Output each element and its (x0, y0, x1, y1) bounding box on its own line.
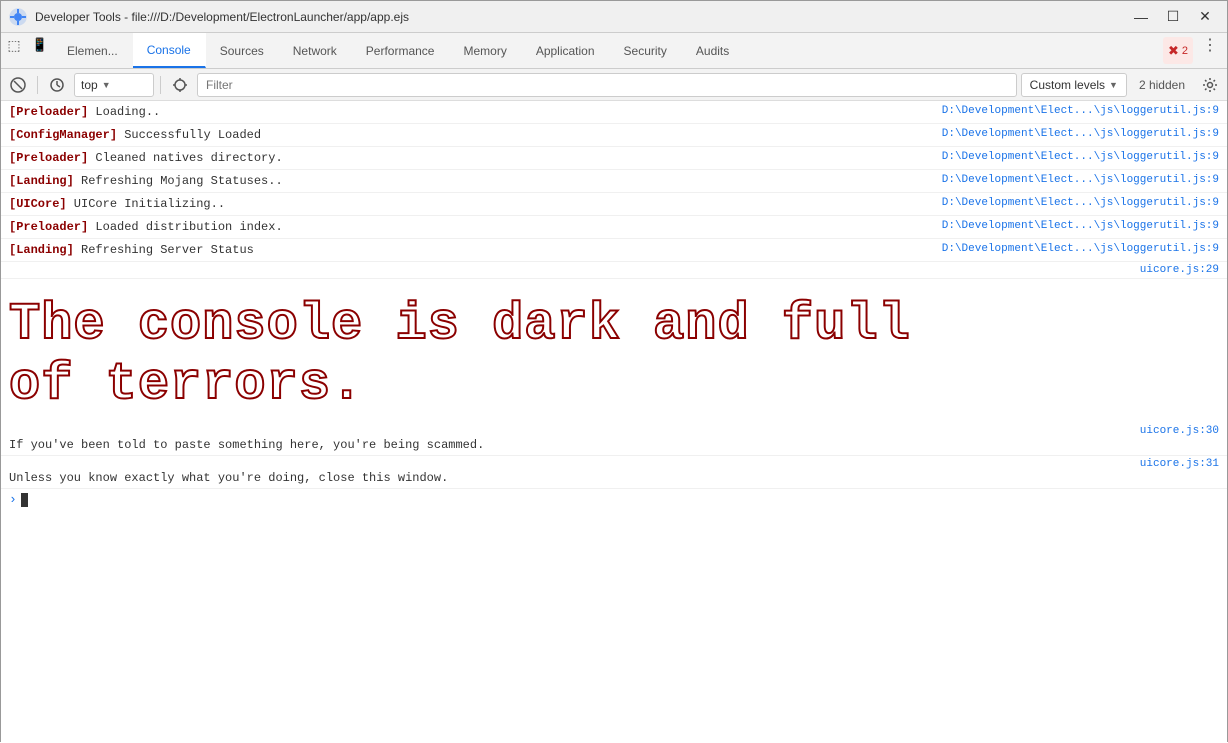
log-tag: [Preloader] (9, 220, 88, 234)
error-badge[interactable]: ✖ 2 (1163, 37, 1193, 64)
tab-audits[interactable]: Audits (682, 33, 744, 68)
table-row: [Landing] Refreshing Server Status D:\De… (1, 239, 1227, 262)
table-row: [ConfigManager] Successfully Loaded D:\D… (1, 124, 1227, 147)
log-tag: [Preloader] (9, 105, 88, 119)
log-source-5[interactable]: D:\Development\Elect...\js\loggerutil.js… (942, 195, 1219, 209)
table-row: [Preloader] Cleaned natives directory. D… (1, 147, 1227, 170)
console-warning-block: The console is dark and full of terrors. (1, 279, 1227, 423)
log-source-6[interactable]: D:\Development\Elect...\js\loggerutil.js… (942, 218, 1219, 232)
uicore-source-31[interactable]: uicore.js:31 (1140, 456, 1219, 470)
device-emulation-icon[interactable]: 📱 (27, 33, 53, 57)
toolbar-separator-1 (37, 76, 38, 94)
tab-security[interactable]: Security (610, 33, 682, 68)
titlebar-title: Developer Tools - file:///D:/Development… (35, 10, 1127, 24)
tab-console[interactable]: Console (133, 33, 206, 68)
error-x-icon: ✖ (1168, 43, 1179, 59)
clear-console-button[interactable] (5, 73, 31, 97)
console-settings-button[interactable] (1197, 73, 1223, 97)
tab-network[interactable]: Network (279, 33, 352, 68)
table-row: [Landing] Refreshing Mojang Statuses.. D… (1, 170, 1227, 193)
console-output: [Preloader] Loading.. D:\Development\Ele… (1, 101, 1227, 743)
log-message-2: [ConfigManager] Successfully Loaded (9, 126, 934, 144)
minimize-button[interactable]: — (1127, 6, 1155, 28)
log-message-3: [Preloader] Cleaned natives directory. (9, 149, 934, 167)
input-prompt-icon: › (9, 492, 17, 507)
toolbar-separator-2 (160, 76, 161, 94)
close-button[interactable]: ✕ (1191, 6, 1219, 28)
warning-big-text-line1: The console is dark and full (9, 295, 1219, 355)
maximize-button[interactable]: ☐ (1159, 6, 1187, 28)
warning-big-text-line2: of terrors. (9, 355, 1219, 415)
titlebar: Developer Tools - file:///D:/Development… (1, 1, 1227, 33)
log-tag: [Preloader] (9, 151, 88, 165)
more-menu-button[interactable]: ⋮ (1197, 33, 1223, 57)
tabbar: ⬚ 📱 Elemen... Console Sources Network Pe… (1, 33, 1227, 69)
hidden-count-badge: 2 hidden (1131, 73, 1193, 97)
log-message-7: [Landing] Refreshing Server Status (9, 241, 934, 259)
console-toolbar: top ▼ Custom levels ▼ 2 hidden (1, 69, 1227, 101)
log-tag: [UICore] (9, 197, 67, 211)
console-input-row: › (1, 489, 1227, 511)
input-cursor (21, 493, 28, 507)
levels-chevron-icon: ▼ (1109, 80, 1118, 90)
window-controls: — ☐ ✕ (1127, 6, 1219, 28)
log-message-1: [Preloader] Loading.. (9, 103, 934, 121)
log-message-6: [Preloader] Loaded distribution index. (9, 218, 934, 236)
log-source-1[interactable]: D:\Development\Elect...\js\loggerutil.js… (942, 103, 1219, 117)
tab-elements[interactable]: Elemen... (53, 33, 133, 68)
uicore-source-29[interactable]: uicore.js:29 (1140, 262, 1219, 276)
log-message-5: [UICore] UICore Initializing.. (9, 195, 934, 213)
warning-small-row-1: If you've been told to paste something h… (1, 423, 1227, 456)
preserve-log-button[interactable] (44, 73, 70, 97)
inspect-icon-button[interactable] (167, 73, 193, 97)
log-tag: [ConfigManager] (9, 128, 117, 142)
log-tag: [Landing] (9, 243, 74, 257)
log-source-4[interactable]: D:\Development\Elect...\js\loggerutil.js… (942, 172, 1219, 186)
log-source-3[interactable]: D:\Development\Elect...\js\loggerutil.js… (942, 149, 1219, 163)
table-row: [UICore] UICore Initializing.. D:\Develo… (1, 193, 1227, 216)
uicore-source-30[interactable]: uicore.js:30 (1140, 423, 1219, 437)
table-row: [Preloader] Loading.. D:\Development\Ele… (1, 101, 1227, 124)
context-chevron-icon: ▼ (102, 80, 111, 90)
table-row: [Preloader] Loaded distribution index. D… (1, 216, 1227, 239)
warning-small-text-2: Unless you know exactly what you're doin… (9, 468, 1132, 488)
tab-performance[interactable]: Performance (352, 33, 450, 68)
log-source-7[interactable]: D:\Development\Elect...\js\loggerutil.js… (942, 241, 1219, 255)
warning-small-text-1: If you've been told to paste something h… (9, 435, 1132, 455)
warning-small-row-2: Unless you know exactly what you're doin… (1, 456, 1227, 489)
log-source-2[interactable]: D:\Development\Elect...\js\loggerutil.js… (942, 126, 1219, 140)
inspect-cursor-icon[interactable]: ⬚ (1, 33, 27, 57)
tab-application[interactable]: Application (522, 33, 610, 68)
filter-input[interactable] (197, 73, 1017, 97)
tab-memory[interactable]: Memory (449, 33, 521, 68)
error-count: 2 (1182, 45, 1188, 57)
log-message-4: [Landing] Refreshing Mojang Statuses.. (9, 172, 934, 190)
tab-sources[interactable]: Sources (206, 33, 279, 68)
uicore-source-row: uicore.js:29 (1, 262, 1227, 279)
devtools-icon (9, 8, 27, 26)
log-levels-button[interactable]: Custom levels ▼ (1021, 73, 1127, 97)
context-selector[interactable]: top ▼ (74, 73, 154, 97)
log-tag: [Landing] (9, 174, 74, 188)
